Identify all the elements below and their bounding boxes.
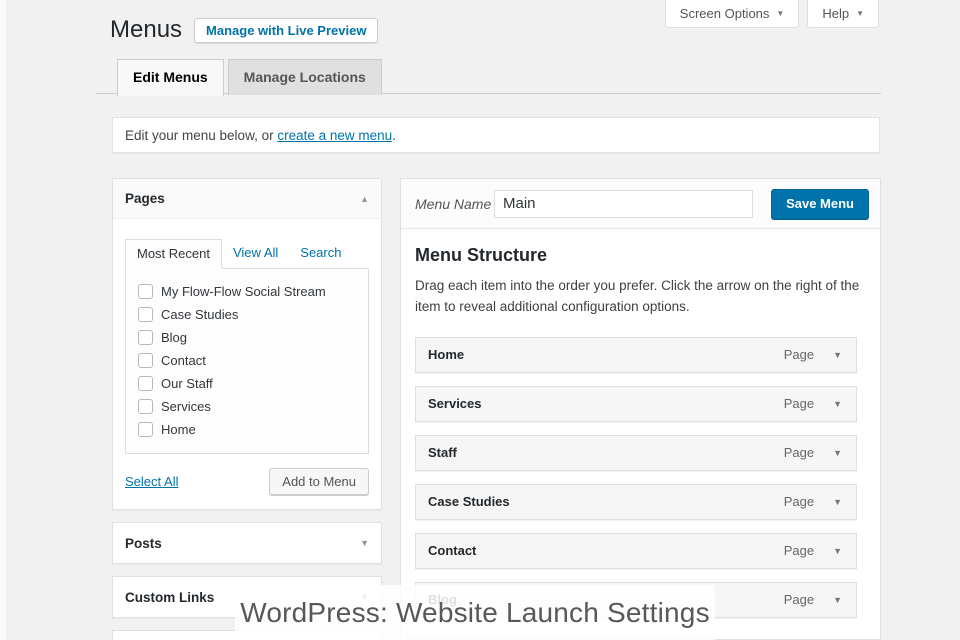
pages-metabox-body: Most Recent View All Search My Flow-Flow… — [113, 219, 381, 509]
posts-metabox: Posts ▼ — [112, 522, 382, 564]
menu-item-type: Page — [783, 592, 815, 608]
menu-item-label: Services — [428, 396, 482, 412]
screen-options-label: Screen Options — [679, 6, 770, 21]
menu-name-label: Menu Name — [415, 195, 492, 212]
menu-items-sidebar: Pages ▲ Most Recent View All Search My F… — [112, 178, 382, 640]
menu-name-input[interactable] — [494, 189, 753, 218]
screen-options-button[interactable]: Screen Options ▼ — [664, 0, 800, 28]
help-button[interactable]: Help ▼ — [807, 0, 879, 28]
expand-item-icon[interactable]: ▼ — [833, 595, 842, 605]
page-checkbox-label[interactable]: Services — [161, 399, 211, 414]
page-checkbox[interactable] — [138, 307, 153, 322]
menu-item-label: Case Studies — [428, 494, 510, 510]
save-menu-button[interactable]: Save Menu — [771, 188, 869, 219]
pages-checklist: My Flow-Flow Social Stream Case Studies … — [125, 268, 369, 454]
expand-item-icon[interactable]: ▼ — [833, 546, 842, 556]
page-checkbox-label[interactable]: Case Studies — [161, 307, 238, 322]
collapse-up-icon[interactable]: ▲ — [360, 194, 369, 204]
page-header: Menus Manage with Live Preview — [110, 16, 379, 45]
posts-metabox-title: Posts — [125, 535, 162, 551]
menu-item-contact[interactable]: Contact Page ▼ — [415, 532, 857, 569]
page-checkbox[interactable] — [138, 422, 153, 437]
video-caption-overlay: WordPress: Website Launch Settings — [235, 585, 715, 640]
page-checkbox[interactable] — [138, 353, 153, 368]
custom-links-metabox-title: Custom Links — [125, 589, 215, 605]
tab-view-all[interactable]: View All — [222, 239, 289, 268]
tab-manage-locations[interactable]: Manage Locations — [227, 59, 382, 95]
menu-item-type: Page — [783, 543, 815, 559]
page-left-edge — [0, 0, 7, 640]
list-item: Our Staff — [126, 372, 368, 395]
menu-name-bar: Menu Name Save Menu — [401, 179, 880, 229]
menu-item-type: Page — [783, 494, 815, 510]
page-title: Menus — [110, 16, 183, 43]
menu-item-label: Home — [428, 347, 465, 363]
pages-metabox-header[interactable]: Pages ▲ — [113, 179, 381, 219]
menu-structure-section: Menu Structure Drag each item into the o… — [401, 229, 880, 639]
menu-item-label: Contact — [428, 543, 477, 559]
add-to-menu-button[interactable]: Add to Menu — [269, 468, 369, 495]
page-checkbox[interactable] — [138, 399, 153, 414]
chevron-down-icon: ▼ — [856, 9, 864, 18]
nav-tabs: Edit Menus Manage Locations — [117, 59, 382, 96]
list-item: My Flow-Flow Social Stream — [126, 280, 368, 303]
menu-structure-title: Menu Structure — [415, 245, 548, 265]
chevron-down-icon: ▼ — [776, 9, 785, 18]
tab-edit-menus[interactable]: Edit Menus — [117, 59, 224, 96]
list-item: Contact — [126, 349, 368, 372]
manage-with-live-preview-button[interactable]: Manage with Live Preview — [194, 17, 379, 43]
menu-item-home[interactable]: Home Page ▼ — [415, 336, 857, 373]
menu-items-list: Home Page ▼ Services Page ▼ Staff Page ▼… — [415, 336, 866, 618]
collapse-down-icon[interactable]: ▼ — [360, 538, 369, 548]
menu-item-label: Staff — [428, 445, 457, 461]
page-checkbox-label[interactable]: Our Staff — [161, 376, 213, 391]
list-item: Services — [126, 395, 368, 418]
list-item: Case Studies — [126, 303, 368, 326]
menu-item-type: Page — [783, 445, 815, 461]
list-item: Blog — [126, 326, 368, 349]
screen-meta-links: Screen Options ▼ Help ▼ — [664, 0, 879, 28]
expand-item-icon[interactable]: ▼ — [833, 350, 842, 360]
menu-structure-help: Drag each item into the order you prefer… — [415, 278, 860, 314]
pages-filter-tabs: Most Recent View All Search — [125, 239, 369, 269]
page-checkbox[interactable] — [138, 284, 153, 299]
menu-editor-panel: Menu Name Save Menu Menu Structure Drag … — [400, 178, 881, 640]
page-checkbox-label[interactable]: Home — [161, 422, 196, 437]
select-all-link[interactable]: Select All — [125, 474, 178, 489]
menu-item-staff[interactable]: Staff Page ▼ — [415, 434, 857, 471]
list-item: Home — [126, 418, 368, 441]
page-checkbox[interactable] — [138, 376, 153, 391]
expand-item-icon[interactable]: ▼ — [833, 497, 842, 507]
tab-most-recent[interactable]: Most Recent — [125, 239, 222, 269]
pages-metabox-actions: Select All Add to Menu — [125, 468, 369, 495]
edit-menu-notice: Edit your menu below, or create a new me… — [112, 117, 880, 153]
page-checkbox-label[interactable]: My Flow-Flow Social Stream — [161, 284, 326, 299]
tab-search[interactable]: Search — [289, 239, 352, 268]
caption-text: WordPress: Website Launch Settings — [240, 596, 710, 628]
menu-item-type: Page — [783, 347, 815, 363]
menu-item-services[interactable]: Services Page ▼ — [415, 385, 857, 422]
posts-metabox-header[interactable]: Posts ▼ — [113, 523, 381, 563]
pages-metabox-title: Pages — [125, 191, 165, 206]
menu-item-case-studies[interactable]: Case Studies Page ▼ — [415, 483, 857, 520]
expand-item-icon[interactable]: ▼ — [833, 399, 842, 409]
page-checkbox-label[interactable]: Blog — [161, 330, 187, 345]
pages-metabox: Pages ▲ Most Recent View All Search My F… — [112, 178, 382, 510]
page-checkbox-label[interactable]: Contact — [161, 353, 206, 368]
expand-item-icon[interactable]: ▼ — [833, 448, 842, 458]
menu-item-type: Page — [783, 396, 815, 412]
notice-text-after: . — [392, 127, 396, 143]
notice-text: Edit your menu below, or — [125, 127, 278, 143]
page-checkbox[interactable] — [138, 330, 153, 345]
create-new-menu-link[interactable]: create a new menu — [277, 128, 392, 143]
help-label: Help — [822, 6, 850, 21]
